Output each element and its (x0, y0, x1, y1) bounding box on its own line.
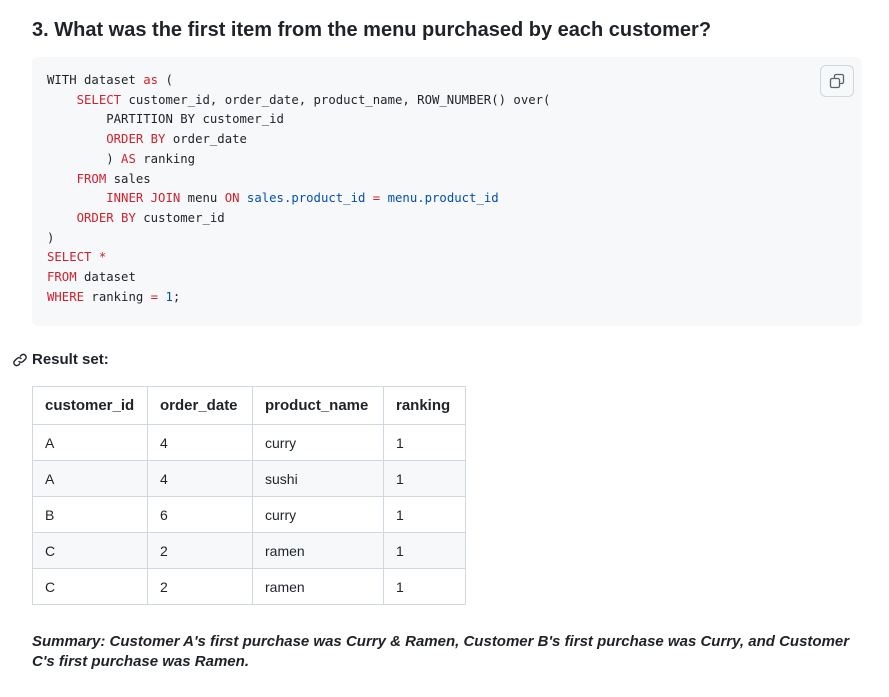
code-line: ORDER BY order_date (47, 132, 247, 146)
table-cell: 2 (147, 568, 253, 605)
table-cell: B (32, 496, 148, 533)
link-icon[interactable] (11, 351, 29, 369)
code-line: PARTITION BY customer_id (47, 112, 284, 126)
code-keyword: FROM (76, 171, 107, 186)
copy-button[interactable] (820, 65, 854, 97)
code-line: INNER JOIN menu ON sales.product_id = me… (47, 191, 499, 206)
table-row: A 4 sushi 1 (32, 460, 466, 497)
code-entity: menu.product_id (387, 191, 499, 206)
table-cell: 4 (147, 424, 253, 461)
code-text: WITH dataset (47, 73, 144, 87)
code-text: ) (47, 230, 55, 245)
code-keyword: ORDER BY (76, 210, 136, 225)
table-cell: A (32, 424, 148, 461)
result-set-heading: Result set: (11, 349, 109, 371)
code-entity: 1 (165, 289, 173, 304)
code-text: ranking (135, 151, 196, 166)
table-row: C 2 ramen 1 (32, 532, 466, 569)
code-text: dataset (76, 270, 136, 285)
table-cell: 1 (383, 424, 466, 461)
column-header-ranking: ranking (383, 386, 466, 425)
code-keyword: ORDER BY (106, 132, 166, 147)
code-keyword: FROM (47, 270, 77, 285)
code-text: sales (106, 171, 151, 186)
table-cell: C (32, 568, 148, 605)
code-keyword: as (143, 73, 159, 87)
code-text: customer_id, order_date, product_name, R… (121, 92, 551, 107)
table-cell: ramen (252, 532, 384, 569)
result-set-label: Result set: (32, 351, 109, 368)
table-cell: ramen (252, 568, 384, 605)
question-heading: 3. What was the first item from the menu… (32, 19, 712, 41)
code-line: ORDER BY customer_id (47, 211, 225, 225)
sql-code-block: WITH dataset as ( SELECT customer_id, or… (32, 57, 862, 326)
table-cell: 4 (147, 460, 253, 497)
code-line: FROM sales (47, 172, 151, 186)
summary-text: Summary: Customer A's first purchase was… (32, 633, 850, 670)
code-keyword: SELECT (47, 250, 92, 265)
code-text: PARTITION BY customer_id (47, 112, 284, 127)
table-cell: curry (252, 496, 384, 533)
table-cell: A (32, 460, 148, 497)
table-cell: 1 (383, 496, 466, 533)
copy-icon (829, 73, 845, 89)
table-cell: sushi (252, 460, 384, 497)
table-cell: 6 (147, 496, 253, 533)
code-text: order_date (165, 132, 247, 147)
code-text: ) (47, 151, 122, 166)
code-line: WHERE ranking = 1; (47, 290, 180, 304)
code-text: ( (158, 73, 173, 87)
code-line: WITH dataset as ( (47, 73, 173, 87)
table-row: A 4 curry 1 (32, 424, 466, 461)
code-text: menu (180, 191, 225, 206)
code-keyword: INNER JOIN (106, 191, 181, 206)
code-line: SELECT customer_id, order_date, product_… (47, 92, 551, 107)
column-header-customer-id: customer_id (32, 386, 148, 425)
code-entity: sales.product_id (246, 191, 366, 206)
code-line: FROM dataset (47, 270, 136, 284)
table-cell: 1 (383, 532, 466, 569)
table-row: C 2 ramen 1 (32, 568, 466, 605)
table-row: B 6 curry 1 (32, 496, 466, 533)
code-keyword: = (150, 289, 159, 304)
column-header-order-date: order_date (147, 386, 253, 425)
result-table: customer_id order_date product_name rank… (32, 386, 466, 605)
table-cell: 1 (383, 460, 466, 497)
code-text: ranking (84, 289, 151, 304)
sql-code: WITH dataset as ( SELECT customer_id, or… (47, 71, 550, 307)
table-cell: 2 (147, 532, 253, 569)
code-keyword: * (98, 250, 107, 265)
table-header-row: customer_id order_date product_name rank… (32, 386, 466, 425)
code-keyword: ON (224, 191, 240, 206)
code-line: SELECT * (47, 250, 106, 264)
code-text: customer_id (135, 210, 225, 225)
table-cell: 1 (383, 568, 466, 605)
code-line: ) AS ranking (47, 152, 195, 166)
column-header-product-name: product_name (252, 386, 384, 425)
code-keyword: WHERE (47, 289, 85, 304)
code-text: ; (172, 289, 181, 304)
code-keyword: AS (121, 151, 136, 166)
table-cell: C (32, 532, 148, 569)
table-cell: curry (252, 424, 384, 461)
code-line: ) (47, 231, 54, 245)
code-keyword: SELECT (76, 92, 122, 107)
